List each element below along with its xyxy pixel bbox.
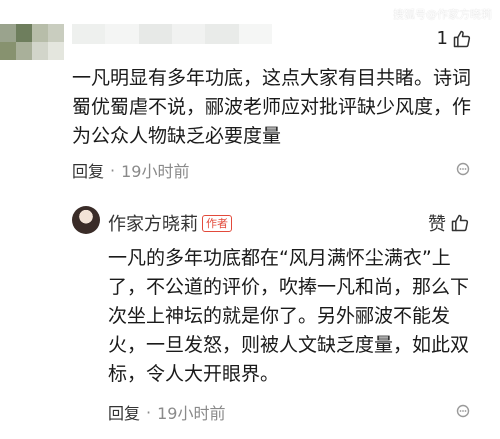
pixelated-username	[72, 24, 272, 44]
thumbs-up-icon	[453, 30, 471, 47]
thumbs-up-icon	[451, 214, 469, 232]
author-avatar[interactable]	[72, 206, 100, 234]
top-like-button[interactable]: 1	[437, 28, 472, 49]
author-name-row: 作家方晓莉 作者	[108, 210, 232, 236]
pixelated-avatar[interactable]	[0, 24, 64, 60]
reply-text: 一凡的多年功底都在“风月满怀尘满衣”上了，不公道的评价，吹捧一凡和尚，那么下次坐…	[108, 247, 470, 385]
reply-like-button[interactable]: 赞	[428, 210, 470, 236]
reply-meta: 回复 · 19小时前	[108, 400, 225, 424]
reply-button[interactable]: 回复	[108, 400, 140, 424]
top-comment-meta: 回复 · 19小时前	[72, 158, 189, 182]
separator-dot: ·	[146, 402, 152, 422]
author-badge: 作者	[202, 214, 232, 232]
more-icon[interactable]	[456, 162, 470, 176]
more-icon[interactable]	[456, 404, 470, 418]
author-name[interactable]: 作家方晓莉	[108, 210, 198, 236]
separator-dot: ·	[110, 160, 116, 180]
like-count: 1	[436, 28, 448, 49]
like-label: 赞	[428, 214, 446, 235]
reply-button[interactable]: 回复	[72, 158, 104, 182]
comment-text: 一凡明显有多年功底，这点大家有目共睹。诗词蜀优蜀虐不说，郦波老师应对批评缺少风度…	[72, 67, 472, 147]
comment-time: 19小时前	[121, 162, 190, 181]
reply-time: 19小时前	[157, 404, 226, 423]
watermark: 搜狐号@作家方晓莉	[393, 8, 492, 21]
